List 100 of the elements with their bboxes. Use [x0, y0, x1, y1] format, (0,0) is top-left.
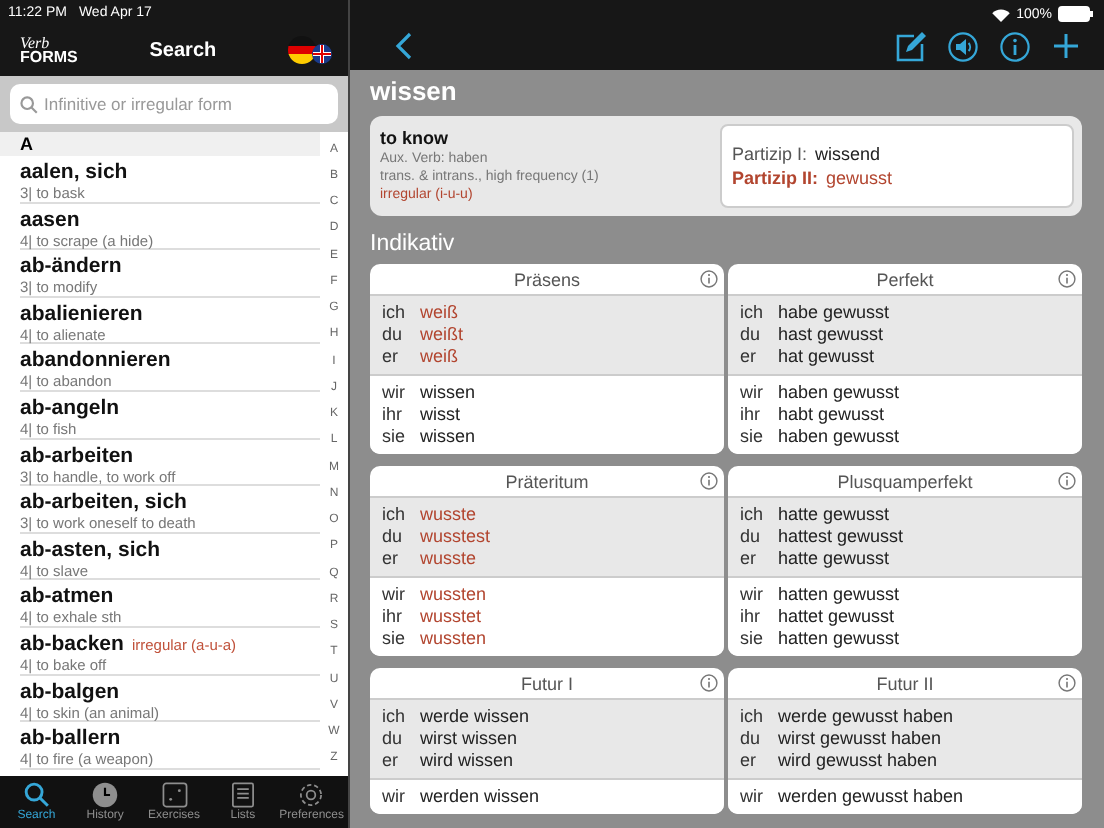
verb-form: wirst wissen: [420, 728, 518, 750]
tense-name: Plusquamperfekt: [837, 471, 973, 491]
back-icon[interactable]: [394, 32, 414, 60]
info-icon[interactable]: [1058, 270, 1076, 288]
pronoun: wir: [382, 584, 407, 606]
pronoun: ihr: [382, 404, 405, 426]
verb-label: ab-arbeiten, sich: [20, 490, 187, 515]
pronoun: ihr: [740, 606, 763, 628]
info-icon[interactable]: [700, 472, 718, 490]
verb-form: hatte gewusst: [778, 504, 890, 526]
verb-form: wussten: [420, 584, 487, 606]
pronoun: sie: [740, 426, 766, 448]
verb-label: ab-arbeiten: [20, 443, 134, 468]
pronoun: du: [740, 324, 763, 346]
pronoun: wir: [740, 584, 765, 606]
verb-label: ab-backen: [20, 631, 124, 656]
pronoun: sie: [740, 628, 766, 650]
verb-form: wusstest: [420, 526, 491, 548]
pronoun: ich: [382, 706, 408, 728]
wifi-icon: [992, 7, 1011, 21]
verb-label: ab-asten, sich: [20, 537, 161, 562]
verb-label: aalen, sich: [20, 160, 128, 184]
info-icon[interactable]: [1000, 31, 1030, 61]
pronoun: sie: [382, 426, 408, 448]
pronoun: du: [382, 728, 405, 750]
verb-form: werde wissen: [420, 706, 530, 728]
verb-form: haben gewusst: [778, 426, 900, 448]
verb-form: werde gewusst haben: [778, 706, 954, 728]
tense-name: Futur I: [520, 673, 573, 693]
info-icon[interactable]: [1058, 674, 1076, 692]
verb-form: wisst: [420, 404, 460, 426]
list-icon: [229, 782, 256, 808]
verb-label: ab-balgen: [20, 679, 120, 704]
verb-label: abandonnieren: [20, 348, 171, 373]
verb-form: weiß: [420, 346, 459, 368]
verb-form: wird wissen: [420, 750, 514, 772]
verb-label: abalienieren: [20, 301, 143, 326]
mood-heading: Indikativ: [370, 232, 457, 260]
pronoun: ich: [740, 302, 766, 324]
pronoun: wir: [740, 786, 765, 808]
verb-form: habe gewusst: [778, 302, 890, 324]
info-icon[interactable]: [700, 674, 718, 692]
speaker-icon[interactable]: [948, 31, 978, 61]
pronoun: er: [740, 346, 759, 368]
pronoun: ihr: [382, 606, 405, 628]
info-icon[interactable]: [700, 270, 718, 288]
pronoun: er: [740, 548, 759, 570]
verb-title: wissen: [370, 76, 459, 110]
participle-form: gewusst: [826, 166, 893, 190]
pronoun: du: [382, 324, 405, 346]
pronoun: wir: [740, 382, 765, 404]
pronoun: er: [382, 548, 401, 570]
verb-form: hattest gewusst: [778, 526, 904, 548]
add-icon[interactable]: [1052, 32, 1080, 60]
pronoun: ich: [740, 504, 766, 526]
verb-form: hast gewusst: [778, 324, 884, 346]
participle-label: Partizip I:: [732, 142, 808, 166]
verb-form: weiß: [420, 302, 459, 324]
participle-label: Partizip II:: [732, 166, 819, 190]
tense-name: Präsens: [513, 269, 581, 289]
pronoun: er: [740, 750, 759, 772]
verb-label: aasen: [20, 207, 80, 232]
pronoun: er: [382, 750, 401, 772]
verb-label: ab-atmen: [20, 584, 114, 609]
verb-form: wusste: [420, 504, 477, 526]
section-header: A: [0, 132, 320, 156]
verb-label: ab-angeln: [20, 395, 120, 420]
verb-form: wusste: [420, 548, 477, 570]
search-icon: [20, 95, 38, 113]
verb-form: wissen: [420, 382, 476, 404]
pronoun: er: [382, 346, 401, 368]
verb-form: wissen: [420, 426, 476, 448]
verb-form: hatten gewusst: [778, 584, 900, 606]
verb-form: wussten: [420, 628, 487, 650]
verb-form: hatten gewusst: [778, 628, 900, 650]
verb-form: haben gewusst: [778, 382, 900, 404]
pronoun: du: [382, 526, 405, 548]
verb-form: werden wissen: [420, 786, 540, 808]
pronoun: ich: [740, 706, 766, 728]
verb-form: hat gewusst: [778, 346, 875, 368]
verb-form: werden gewusst haben: [778, 786, 964, 808]
verb-label: ab-ändern: [20, 254, 122, 279]
verb-translation: to know: [380, 128, 450, 148]
nav-title: Search: [149, 39, 217, 61]
verb-form: wird gewusst haben: [778, 750, 938, 772]
pronoun: ich: [382, 302, 408, 324]
verb-label: ab-ballern: [20, 726, 121, 751]
verb-form: hattet gewusst: [778, 606, 895, 628]
tense-name: Perfekt: [876, 269, 934, 289]
verb-form: habt gewusst: [778, 404, 885, 426]
flag-icon[interactable]: [288, 36, 332, 64]
verb-form: wirst gewusst haben: [778, 728, 942, 750]
search-field[interactable]: Infinitive or irregular form: [10, 84, 338, 124]
pronoun: sie: [382, 628, 408, 650]
search-icon: [23, 782, 50, 808]
info-icon[interactable]: [1058, 472, 1076, 490]
app-logo: Verb FORMS: [20, 35, 78, 65]
battery-icon: [1058, 6, 1094, 22]
settings-icon: [298, 782, 325, 808]
edit-icon[interactable]: [896, 31, 926, 61]
